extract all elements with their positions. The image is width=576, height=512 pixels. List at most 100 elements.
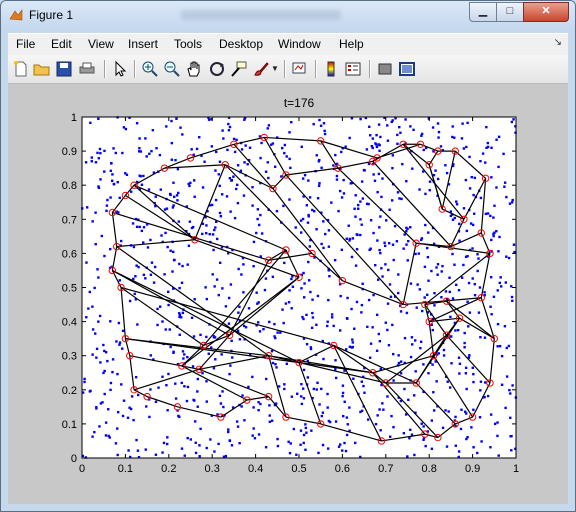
menu-help[interactable]: Help bbox=[339, 37, 364, 51]
menu-insert[interactable]: Insert bbox=[128, 37, 158, 51]
data-point bbox=[326, 324, 329, 328]
scatter-axes[interactable]: 0 0.1 0.2 0.3 0.4 0.5 0.6 0.7 0.8 0.9 1 0 0.1 0.2 0.3 0… bbox=[8, 84, 568, 504]
data-point bbox=[271, 361, 275, 365]
data-point bbox=[85, 261, 88, 264]
menu-tools[interactable]: Tools bbox=[174, 37, 202, 51]
data-point bbox=[240, 273, 243, 276]
menu-desktop[interactable]: Desktop bbox=[219, 37, 263, 51]
data-point bbox=[273, 165, 277, 168]
data-point bbox=[379, 135, 382, 139]
data-point bbox=[504, 281, 508, 284]
open-file-icon[interactable] bbox=[33, 60, 51, 78]
data-point bbox=[510, 120, 514, 124]
minimize-button[interactable]: ▁ bbox=[469, 2, 497, 22]
data-point bbox=[505, 375, 509, 378]
data-point bbox=[117, 321, 121, 325]
data-point bbox=[445, 171, 449, 175]
brush-icon[interactable] bbox=[252, 60, 270, 78]
data-point bbox=[498, 344, 502, 348]
data-point bbox=[397, 354, 400, 357]
data-point bbox=[234, 187, 238, 191]
y-tick-label: 1 bbox=[71, 112, 77, 124]
data-point bbox=[257, 433, 261, 436]
data-point bbox=[405, 311, 409, 315]
data-point bbox=[359, 410, 362, 414]
data-point bbox=[221, 287, 224, 290]
data-point bbox=[386, 395, 389, 398]
data-point bbox=[495, 186, 498, 189]
data-point bbox=[149, 388, 152, 391]
show-plot-tools-icon[interactable] bbox=[398, 60, 416, 78]
data-point bbox=[355, 233, 358, 236]
data-point bbox=[287, 440, 290, 443]
data-point bbox=[173, 258, 176, 262]
data-point bbox=[317, 160, 321, 163]
zoom-in-icon[interactable] bbox=[141, 60, 159, 78]
hide-plot-tools-icon[interactable] bbox=[376, 60, 394, 78]
data-point bbox=[483, 336, 487, 339]
data-point bbox=[428, 180, 432, 183]
data-point bbox=[374, 142, 377, 145]
save-icon[interactable] bbox=[55, 60, 73, 78]
link-plot-icon[interactable] bbox=[291, 60, 309, 78]
close-button[interactable]: ✕ bbox=[523, 2, 569, 22]
data-point bbox=[511, 384, 514, 387]
data-point bbox=[447, 410, 450, 413]
dock-arrow-icon[interactable]: ↘ bbox=[554, 37, 562, 48]
data-point bbox=[400, 197, 403, 201]
data-point bbox=[284, 302, 288, 305]
data-point bbox=[181, 350, 185, 353]
data-point bbox=[149, 238, 152, 242]
data-point bbox=[290, 277, 293, 281]
data-point bbox=[212, 336, 216, 339]
print-icon[interactable] bbox=[78, 60, 96, 78]
data-point bbox=[257, 321, 260, 324]
zoom-out-icon[interactable] bbox=[163, 60, 181, 78]
data-point bbox=[324, 232, 327, 236]
menu-edit[interactable]: Edit bbox=[51, 37, 72, 51]
menu-view[interactable]: View bbox=[88, 37, 114, 51]
data-point bbox=[323, 132, 327, 136]
data-point bbox=[403, 336, 407, 340]
data-point bbox=[169, 345, 172, 349]
legend-icon[interactable] bbox=[344, 60, 362, 78]
data-point bbox=[160, 234, 163, 237]
data-point bbox=[121, 151, 124, 155]
maximize-button[interactable]: □ bbox=[496, 2, 524, 22]
data-point bbox=[359, 117, 362, 121]
data-point bbox=[96, 268, 99, 271]
data-point bbox=[450, 362, 453, 365]
data-point bbox=[205, 297, 209, 301]
data-point bbox=[478, 416, 482, 419]
colorbar-icon[interactable] bbox=[322, 60, 340, 78]
data-point bbox=[238, 338, 242, 341]
rotate-3d-icon[interactable] bbox=[208, 60, 226, 78]
data-point bbox=[142, 241, 145, 244]
data-point bbox=[456, 328, 460, 332]
new-figure-icon[interactable] bbox=[12, 60, 30, 78]
data-point bbox=[381, 402, 384, 405]
data-point bbox=[334, 376, 338, 380]
menu-file[interactable]: File bbox=[16, 37, 35, 51]
data-point bbox=[303, 173, 307, 177]
title-bar[interactable]: Figure 1 ▁ □ ✕ bbox=[1, 1, 575, 31]
menu-window[interactable]: Window bbox=[278, 37, 321, 51]
edit-plot-arrow-icon[interactable] bbox=[111, 60, 129, 78]
data-point bbox=[340, 196, 344, 199]
data-point bbox=[316, 294, 320, 298]
data-point bbox=[486, 141, 490, 145]
data-point bbox=[373, 179, 377, 183]
data-point bbox=[306, 376, 310, 379]
brush-dropdown-icon[interactable]: ▼ bbox=[271, 64, 279, 73]
data-point bbox=[392, 425, 395, 429]
data-point bbox=[509, 416, 512, 420]
data-point bbox=[167, 303, 170, 307]
data-point bbox=[399, 131, 402, 134]
data-point bbox=[134, 275, 137, 278]
data-cursor-icon[interactable] bbox=[230, 60, 248, 78]
pan-hand-icon[interactable] bbox=[185, 60, 203, 78]
data-point bbox=[473, 293, 477, 297]
data-point bbox=[201, 232, 204, 236]
data-point bbox=[136, 393, 140, 397]
y-tick-label: 0.1 bbox=[62, 419, 77, 431]
